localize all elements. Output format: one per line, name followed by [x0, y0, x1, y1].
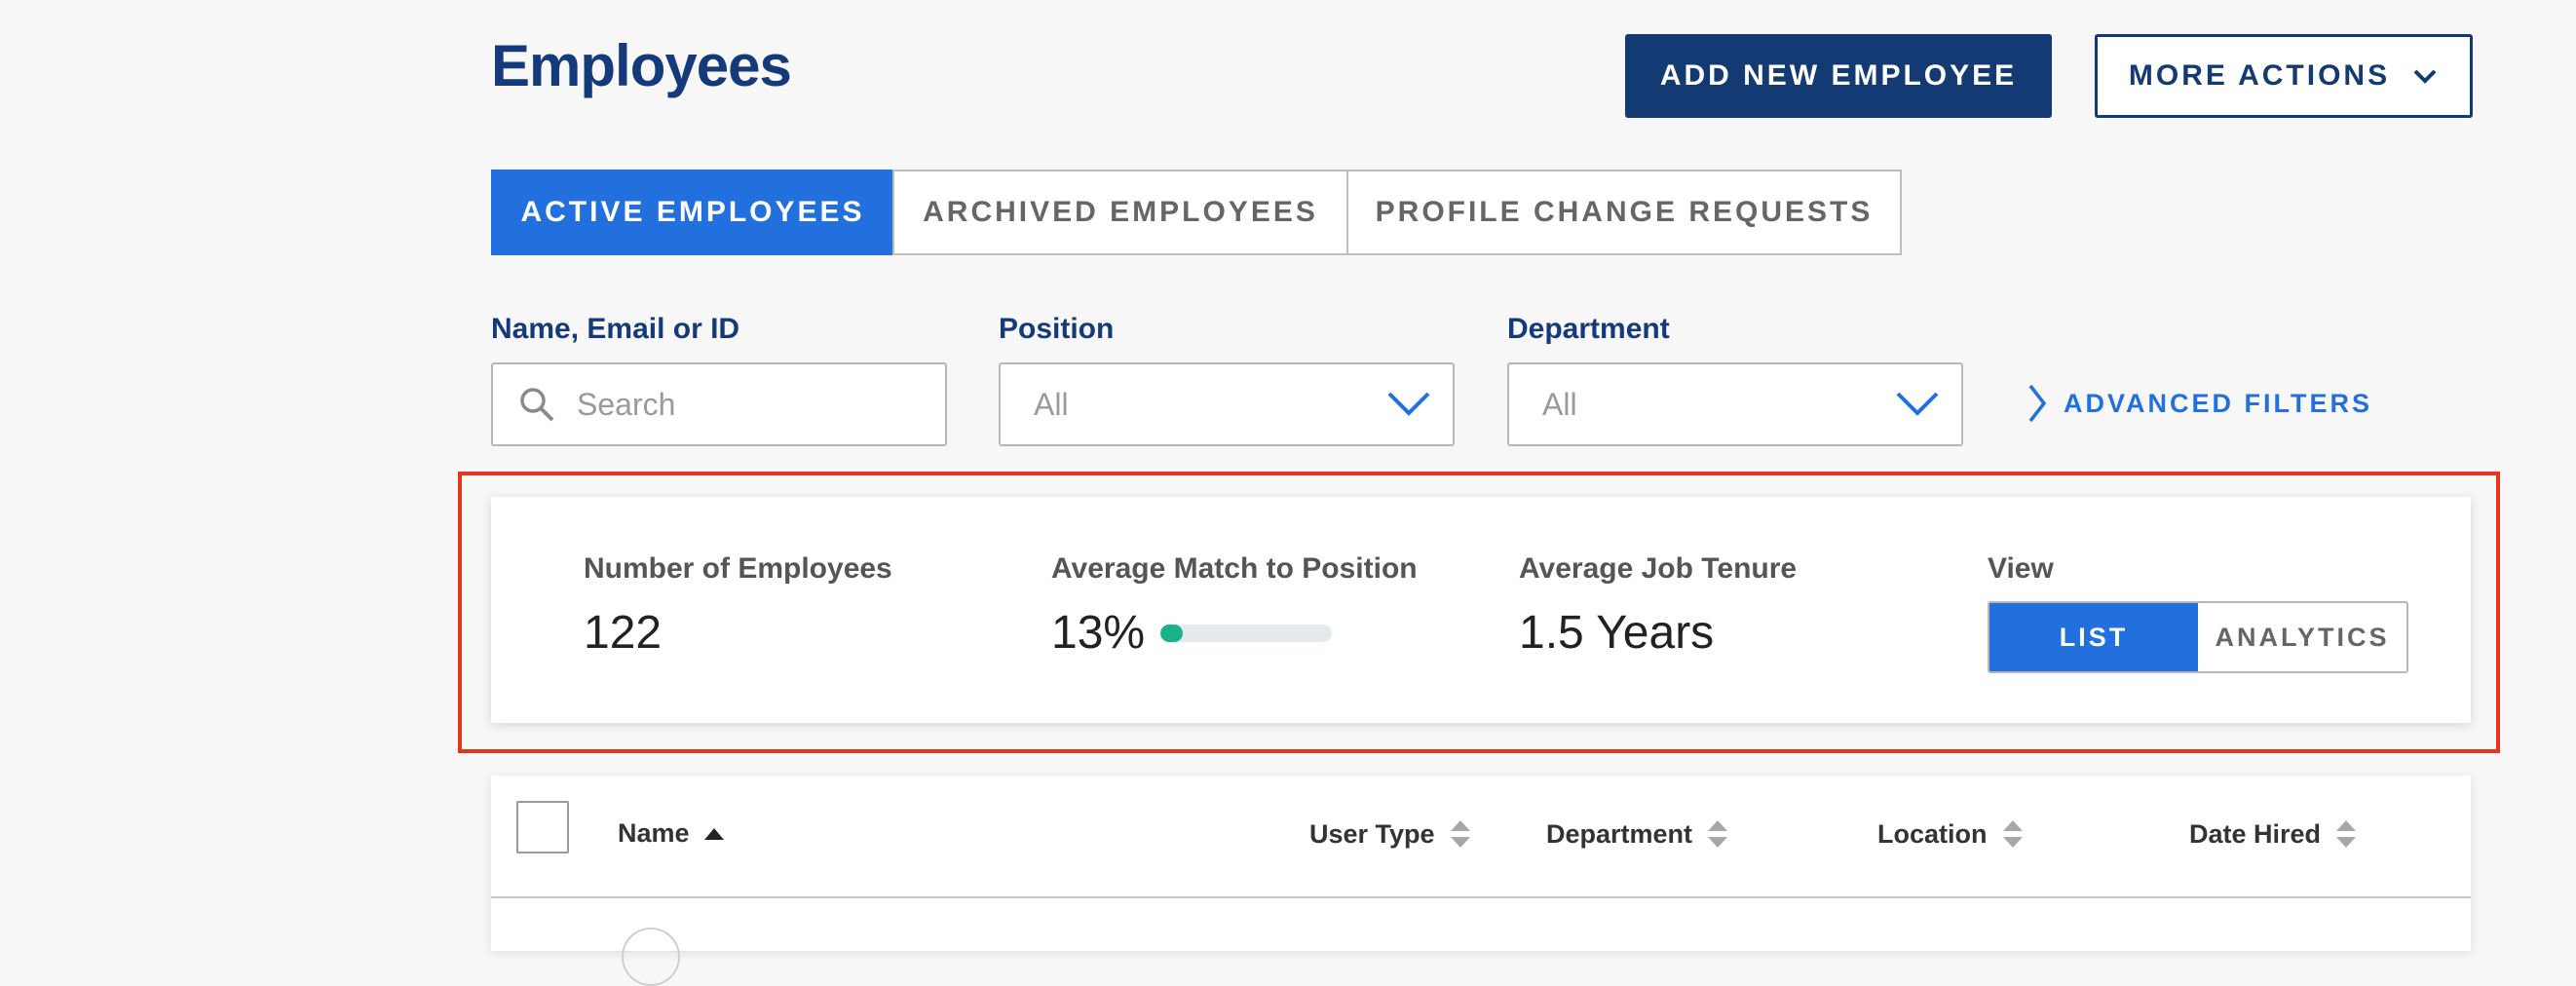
- sort-icon: [1708, 820, 1728, 848]
- search-input[interactable]: Search: [491, 362, 947, 446]
- column-header-date-hired[interactable]: Date Hired: [2189, 818, 2358, 850]
- more-actions-label: MORE ACTIONS: [2128, 59, 2391, 92]
- average-match-progress-bar: [1160, 625, 1333, 642]
- tab-archived-employees[interactable]: ARCHIVED EMPLOYEES: [892, 170, 1348, 255]
- add-new-employee-button[interactable]: ADD NEW EMPLOYEE: [1625, 34, 2052, 118]
- position-label: Position: [999, 313, 1115, 345]
- advanced-filters-link[interactable]: ADVANCED FILTERS: [2027, 382, 2372, 425]
- view-label: View: [1988, 552, 2054, 585]
- table-header: Name User Type Department Location Date …: [491, 776, 2471, 898]
- chevron-down-icon: [1387, 392, 1430, 416]
- sort-ascending-icon: [703, 827, 724, 840]
- position-value: All: [1034, 386, 1069, 422]
- sort-icon: [1450, 820, 1470, 848]
- employees-count-value: 122: [584, 607, 663, 659]
- avatar: [622, 928, 680, 986]
- search-label: Name, Email or ID: [491, 313, 740, 345]
- average-match-label: Average Match to Position: [1051, 552, 1418, 585]
- average-match-value: 13%: [1051, 607, 1146, 659]
- view-list-button[interactable]: LIST: [1989, 603, 2198, 671]
- tab-profile-change-requests[interactable]: PROFILE CHANGE REQUESTS: [1346, 170, 1902, 255]
- more-actions-button[interactable]: MORE ACTIONS: [2095, 34, 2473, 118]
- position-select[interactable]: All: [999, 362, 1455, 446]
- column-department-label: Department: [1546, 818, 1693, 849]
- sort-icon: [2336, 820, 2357, 848]
- department-value: All: [1542, 386, 1577, 422]
- column-header-location[interactable]: Location: [1877, 818, 2025, 850]
- progress-fill: [1160, 625, 1183, 642]
- view-toggle: LIST ANALYTICS: [1988, 601, 2408, 673]
- search-icon: [520, 388, 554, 422]
- employees-count-label: Number of Employees: [584, 552, 892, 585]
- tab-active-employees[interactable]: ACTIVE EMPLOYEES: [491, 170, 894, 255]
- department-label: Department: [1507, 313, 1670, 345]
- column-header-user-type[interactable]: User Type: [1309, 818, 1472, 850]
- average-match-group: 13%: [1051, 606, 1333, 661]
- view-analytics-button[interactable]: ANALYTICS: [2198, 603, 2406, 671]
- column-header-name[interactable]: Name: [618, 818, 725, 849]
- chevron-down-icon: [1896, 392, 1939, 416]
- column-user-type-label: User Type: [1309, 818, 1435, 849]
- average-tenure-label: Average Job Tenure: [1519, 552, 1798, 585]
- page-title: Employees: [491, 33, 792, 98]
- employees-table: Name User Type Department Location Date …: [491, 776, 2471, 986]
- select-all-checkbox[interactable]: [516, 801, 569, 853]
- average-tenure-value: 1.5 Years: [1519, 607, 1715, 659]
- column-location-label: Location: [1877, 818, 1988, 849]
- department-select[interactable]: All: [1507, 362, 1963, 446]
- chevron-down-icon: [2413, 69, 2437, 84]
- column-header-department[interactable]: Department: [1546, 818, 1729, 850]
- sort-icon: [2002, 820, 2023, 848]
- advanced-filters-label: ADVANCED FILTERS: [2064, 388, 2372, 418]
- column-date-hired-label: Date Hired: [2189, 818, 2322, 849]
- search-placeholder: Search: [577, 386, 676, 422]
- chevron-right-icon: [2028, 384, 2047, 423]
- column-name-label: Name: [618, 818, 690, 848]
- employee-tabs: ACTIVE EMPLOYEES ARCHIVED EMPLOYEES PROF…: [491, 170, 1902, 255]
